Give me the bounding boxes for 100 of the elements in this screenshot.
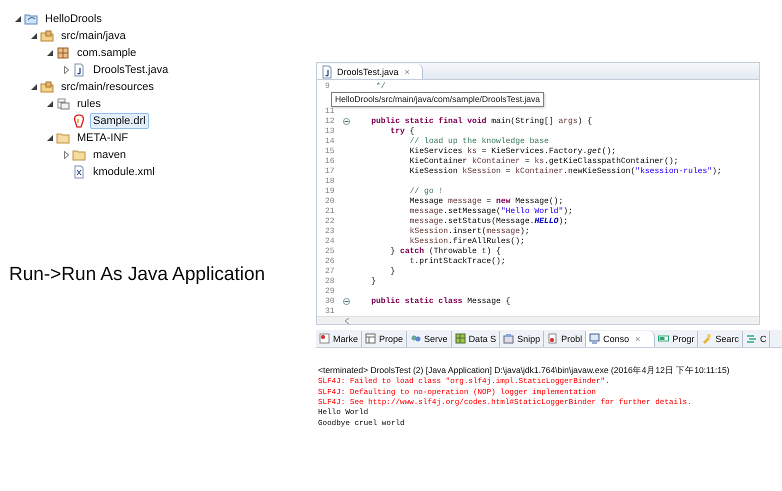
close-icon[interactable]: × [635,334,640,344]
line-number: 27 [324,266,336,276]
line-number: 15 [324,147,336,156]
markers-icon [319,333,330,344]
fold-icon[interactable] [343,298,350,305]
line-number: 17 [324,166,336,176]
code-line: } [370,276,376,286]
line-number: 31 [324,306,336,316]
tab-label: Conso [603,334,630,344]
tree-item[interactable]: src/main/resources [58,78,157,94]
line-number: 23 [324,226,336,236]
view-tab[interactable]: C [742,330,770,346]
tab-label: DroolsTest.java [337,66,399,76]
package-folder-icon [40,80,54,94]
line-number: 20 [324,196,336,206]
tab-label: Snipp [517,334,540,344]
hierarchy-icon [746,333,757,344]
tree-item[interactable]: DroolsTest.java [90,62,172,78]
code-line: try { [389,127,414,136]
view-tab[interactable]: Marke [316,330,362,346]
tree-item[interactable]: HelloDrools [42,10,105,26]
tree-item[interactable]: rules [74,96,104,112]
code-line: } [389,266,396,276]
line-number: 21 [324,206,336,216]
view-tab[interactable]: Conso × [586,330,656,346]
tree-item[interactable]: src/main/java [58,28,129,44]
collapsed-arrow-icon[interactable] [64,66,68,74]
line-number: 30 [324,296,336,306]
tree-item[interactable]: com.sample [74,44,140,60]
data-icon [454,333,466,344]
line-number: 16 [324,157,336,166]
code-line: kSession.fireAllRules(); [408,236,525,246]
folder-icon [56,130,70,144]
console-header: <terminated> DroolsTest (2) [Java Application] D:\java\jdk1.764\bin\javaw.exe (2016年4月12日 下午10:11:15) [318,365,731,377]
view-tab[interactable]: Snipp [500,330,544,346]
close-icon[interactable]: × [404,66,410,76]
line-number: 24 [324,236,336,246]
expanded-arrow-icon[interactable] [47,100,53,106]
snippets-icon [503,333,514,344]
tab-label: Prope [379,334,404,344]
tree-item[interactable]: Sample.drl [90,112,149,128]
expanded-arrow-icon[interactable] [31,32,37,38]
expanded-arrow-icon[interactable] [15,16,21,22]
line-number: 28 [324,276,336,286]
tree-item[interactable]: maven [90,146,130,162]
view-tab[interactable]: Searc [698,330,743,346]
line-number: 26 [324,256,336,266]
code-line: Message message = new Message(); [408,196,564,206]
drl-file-icon [72,114,86,128]
code-line: KieContainer kContainer = ks.getKieClasspathContainer(); [408,157,678,166]
line-number: 9 [324,82,331,92]
folder-icon [72,148,86,162]
tab-label: Marke [333,334,358,344]
view-tab[interactable]: Progr [655,330,698,346]
view-tab[interactable]: Serve [407,330,452,346]
tab-label: Progr [672,334,694,344]
line-number: 14 [324,137,336,146]
code-line: KieServices ks = KieServices.Factory.get(); [408,147,616,156]
expanded-arrow-icon[interactable] [47,50,53,56]
code-line: KieSession kSession = kContainer.newKieSession("ksession-rules"); [408,166,722,176]
code-line: public static class Message { [370,296,510,306]
caption: Run->Run As Java Application [9,264,266,286]
tree-item[interactable]: kmodule.xml [90,164,158,180]
code-line: t.printStackTrace(); [408,256,506,266]
line-number: 25 [324,246,336,256]
code-line: */ [375,82,386,92]
tab-label: Probl [561,334,582,344]
problems-icon [547,333,558,344]
search-icon [701,333,712,344]
code-line: } catch (Throwable t) { [389,246,501,256]
tooltip: HelloDrools/src/main/java/com/sample/DroolsTest.java [331,92,544,107]
code-line: kSession.insert(message); [408,226,530,236]
java-file-icon [320,64,334,78]
tree-item[interactable]: META-INF [74,130,132,146]
tab-label: Searc [715,334,739,344]
collapsed-arrow-icon[interactable] [64,150,68,158]
code-line: message.setMessage("Hello World"); [408,206,573,216]
code-line: message.setStatus(Message.HELLO); [408,216,568,226]
expanded-arrow-icon[interactable] [31,84,37,90]
line-number: 18 [324,176,336,186]
fold-icon[interactable] [343,118,350,126]
tab-label: C [760,334,766,344]
tab-label: Serve [424,334,448,344]
code-line: // go ! [408,186,444,196]
view-tab[interactable]: Data S [452,330,500,346]
expanded-arrow-icon[interactable] [47,134,53,140]
tab-label: Data S [468,334,496,344]
xml-file-icon [72,164,86,178]
progress-icon [658,333,670,344]
console-icon [589,333,600,344]
servers-icon [410,333,422,344]
editor-tab[interactable]: DroolsTest.java × [317,64,423,79]
rules-package-icon [56,96,70,110]
code-line: // load up the knowledge base [408,137,549,146]
java-file-icon [72,62,86,76]
package-icon [56,46,70,60]
view-tab[interactable]: Prope [362,330,408,346]
line-number: 11 [324,107,336,116]
line-number: 22 [324,216,336,226]
line-number: 29 [324,286,336,296]
